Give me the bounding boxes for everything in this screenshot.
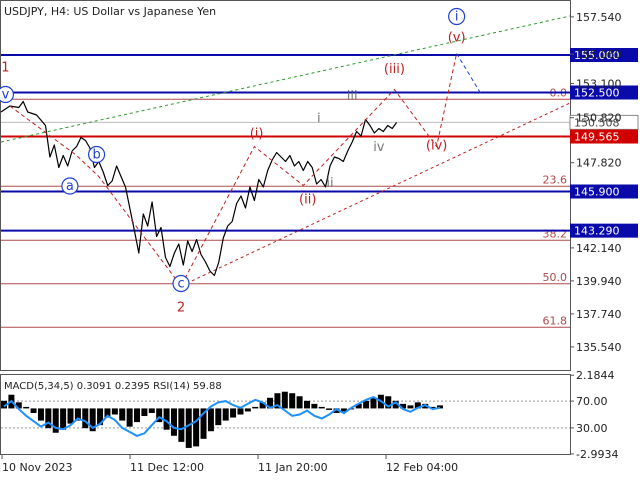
price-chart: 0.023.638.250.061.8 1vabc2(i)(ii)(iii)(i…: [0, 0, 639, 474]
macd-bar: [303, 400, 310, 409]
wave-label: 2: [177, 301, 185, 316]
macd-bar: [289, 393, 296, 409]
chart-root: 0.0 23.6 38.2 50.0 61.8 1 v a b c 2 (i) (ii) (iii) (i…: [0, 0, 640, 480]
y-tick-label: 137.740: [576, 308, 622, 321]
x-tick-label: 11 Jan 20:00: [258, 461, 328, 474]
macd-bar: [407, 405, 414, 409]
macd-bar: [23, 406, 30, 409]
wave-label: b: [92, 148, 100, 163]
y-tick-label: 147.820: [576, 157, 622, 170]
macd-bar: [82, 408, 89, 429]
indicator-label: MACD(5,34,5) 0.3091 0.2395 RSI(14) 59.88: [4, 381, 222, 392]
macd-bar: [60, 408, 67, 430]
macd-bar: [67, 408, 74, 424]
x-tick-label: 11 Dec 12:00: [130, 461, 204, 474]
y-tick-label: 142.140: [576, 242, 622, 255]
macd-bar: [126, 408, 133, 427]
x-tick-label: 10 Nov 2023: [2, 461, 72, 474]
macd-bar: [230, 408, 237, 418]
wave-label: ii: [326, 176, 333, 191]
macd-bar: [185, 408, 192, 448]
indicator-y-tick-label: 70.00: [576, 395, 608, 408]
macd-bar: [215, 408, 222, 426]
y-tick-label: 157.540: [576, 11, 622, 24]
y-tick-label: 139.940: [576, 275, 622, 288]
level-tag-label: 145.900: [574, 186, 620, 199]
indicator-y-tick-label: 30.00: [576, 422, 608, 435]
fib-label: 38.2: [543, 227, 568, 240]
wave-label: v: [2, 88, 10, 103]
y-tick-label: 153.100: [576, 78, 622, 91]
wave-label: (i): [250, 127, 264, 142]
macd-bar: [30, 408, 37, 413]
fib-label: 61.8: [543, 314, 568, 327]
wave-label: c: [177, 277, 184, 292]
indicator-y-tick-label: -2.9934: [576, 448, 618, 461]
macd-bar: [134, 408, 141, 423]
wave-label: iii: [347, 89, 358, 104]
level-tag-label: 143.290: [574, 225, 620, 238]
macd-bar: [281, 391, 288, 409]
time-axis: 10 Nov 2023 11 Dec 12:00 11 Jan 20:00 12 Fe…: [1, 455, 458, 474]
macd-bar: [244, 408, 251, 412]
wave-label: (ii): [299, 193, 316, 208]
x-tick-label: 12 Feb 04:00: [386, 461, 458, 474]
macd-bar: [318, 406, 325, 409]
macd-bar: [37, 408, 44, 421]
y-tick-label: 135.540: [576, 341, 622, 354]
price-axis: 155.000152.500150.508149.565145.900143.2…: [569, 11, 639, 354]
wave-label: i: [317, 112, 321, 127]
macd-bar: [141, 408, 148, 417]
chart-title: USDJPY, H4: US Dollar vs Japanese Yen: [4, 5, 216, 18]
y-tick-label: 150.820: [576, 112, 622, 125]
wave-label: (iv): [426, 139, 447, 154]
fib-label: 50.0: [543, 271, 568, 284]
wave-label: iv: [373, 140, 385, 155]
level-tag-label: 149.565: [574, 131, 620, 144]
macd-bar: [252, 406, 259, 409]
macd-bar: [326, 408, 333, 410]
wave-label: (iii): [384, 62, 405, 77]
indicator-y-tick-label: 2.1844: [576, 369, 615, 382]
wave-label: a: [66, 179, 74, 194]
macd-bar: [237, 408, 244, 415]
wave-label: i: [455, 10, 459, 25]
macd-bar: [222, 408, 229, 421]
macd-bar: [178, 408, 185, 442]
y-tick-label: 155.060: [576, 48, 622, 61]
macd-bar: [370, 397, 377, 409]
macd-bar: [119, 408, 126, 421]
macd-bar: [296, 396, 303, 409]
macd-bar: [148, 408, 155, 413]
macd-bar: [193, 408, 200, 447]
wave-label: 1: [1, 61, 9, 76]
wave-label: (v): [448, 31, 466, 46]
fib-label: 23.6: [543, 173, 568, 186]
macd-bar: [311, 403, 318, 409]
macd-bar: [111, 408, 118, 415]
macd-bar: [170, 408, 177, 436]
macd-bar: [207, 408, 214, 432]
